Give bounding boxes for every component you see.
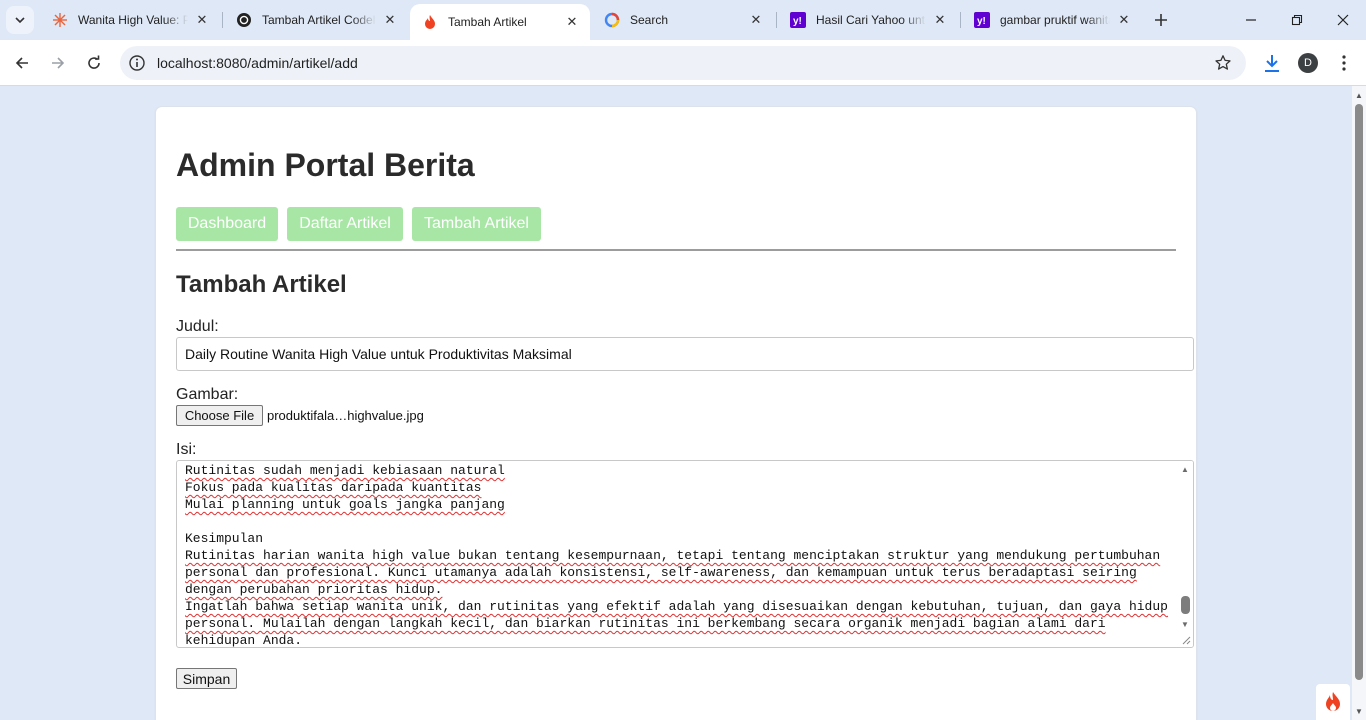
reload-button[interactable] bbox=[78, 47, 110, 79]
close-window-button[interactable] bbox=[1320, 0, 1366, 40]
scroll-up-arrow-icon[interactable]: ▲ bbox=[1180, 464, 1190, 474]
tab-separator bbox=[222, 12, 223, 28]
url-text: localhost:8080/admin/artikel/add bbox=[157, 55, 358, 71]
reload-icon bbox=[88, 55, 100, 69]
downloads-button[interactable] bbox=[1256, 47, 1288, 79]
close-tab-icon[interactable]: ✕ bbox=[382, 12, 398, 28]
textarea-line: dengan perubahan prioritas hidup. bbox=[185, 582, 443, 597]
textarea-line: Ingatlah bahwa setiap wanita unik, dan r… bbox=[185, 599, 1168, 614]
tab-tambah-artikel-codel[interactable]: Tambah Artikel Codel ✕ bbox=[224, 4, 408, 36]
back-button[interactable] bbox=[6, 47, 38, 79]
selected-file-name: produktifala…highvalue.jpg bbox=[267, 408, 424, 423]
textarea-line: Fokus pada kualitas daripada kuantitas bbox=[185, 480, 482, 495]
info-icon[interactable] bbox=[128, 54, 146, 72]
tab-strip: Wanita High Value: Pa ✕ Tambah Artikel C… bbox=[0, 0, 1366, 40]
browser-menu-button[interactable] bbox=[1328, 47, 1360, 79]
admin-card: Admin Portal Berita Dashboard Daftar Art… bbox=[156, 107, 1196, 720]
svg-text:y!: y! bbox=[977, 16, 986, 27]
tab-title: gambar pruktif wanita bbox=[1000, 13, 1110, 27]
page-scroll-up-icon[interactable]: ▲ bbox=[1354, 90, 1364, 100]
yahoo-favicon-icon: y! bbox=[790, 12, 806, 28]
flame-icon bbox=[1326, 692, 1340, 711]
tab-separator bbox=[776, 12, 777, 28]
textarea-line: Rutinitas sudah menjadi kebiasaan natura… bbox=[185, 463, 505, 478]
tab-title: Search bbox=[630, 13, 742, 27]
close-tab-icon[interactable]: ✕ bbox=[194, 12, 210, 28]
judul-label: Judul: bbox=[176, 318, 219, 335]
svg-text:y!: y! bbox=[793, 16, 802, 27]
flame-favicon-icon bbox=[422, 14, 438, 30]
judul-input[interactable]: Daily Routine Wanita High Value untuk Pr… bbox=[176, 337, 1194, 371]
close-tab-icon[interactable]: ✕ bbox=[1116, 12, 1132, 28]
textarea-line: personal dan profesional. Kunci utamanya… bbox=[185, 565, 1137, 580]
restore-button[interactable] bbox=[1274, 0, 1320, 40]
tab-tambah-artikel-active[interactable]: Tambah Artikel ✕ bbox=[410, 4, 590, 40]
bookmark-star-icon[interactable] bbox=[1214, 54, 1232, 72]
tab-title: Tambah Artikel bbox=[448, 15, 527, 29]
textarea-line: personal. Mulailah dengan langkah kecil,… bbox=[185, 616, 1106, 631]
browser-toolbar: localhost:8080/admin/artikel/add D bbox=[0, 40, 1366, 86]
choose-file-button[interactable]: Choose File bbox=[176, 405, 263, 426]
download-icon bbox=[1265, 55, 1279, 72]
textarea-line: Mulai planning untuk goals jangka panjan… bbox=[185, 497, 505, 512]
openai-favicon-icon bbox=[236, 12, 252, 28]
textarea-line: Rutinitas harian wanita high value bukan… bbox=[185, 548, 1161, 563]
more-vertical-icon bbox=[1342, 55, 1346, 71]
textarea-content: Rutinitas sudah menjadi kebiasaan natura… bbox=[185, 462, 1177, 648]
page-title: Admin Portal Berita bbox=[176, 147, 475, 183]
page-viewport: Admin Portal Berita Dashboard Daftar Art… bbox=[0, 86, 1352, 720]
codeigniter-debug-toolbar-button[interactable] bbox=[1316, 684, 1350, 720]
tab-search-button[interactable] bbox=[6, 6, 34, 34]
resize-grip-icon[interactable] bbox=[1182, 636, 1191, 645]
chevron-down-icon bbox=[15, 17, 25, 24]
forward-button[interactable] bbox=[42, 47, 74, 79]
tab-separator bbox=[960, 12, 961, 28]
new-tab-button[interactable] bbox=[1149, 8, 1173, 32]
simpan-button[interactable]: Simpan bbox=[176, 668, 237, 689]
isi-label: Isi: bbox=[176, 441, 197, 458]
sunburst-favicon-icon bbox=[52, 12, 68, 28]
gambar-label: Gambar: bbox=[176, 386, 239, 403]
tab-title: Tambah Artikel Codel bbox=[262, 13, 376, 27]
tab-title: Wanita High Value: Pa bbox=[78, 13, 188, 27]
arrow-left-icon bbox=[15, 57, 28, 69]
nav-dashboard-button[interactable]: Dashboard bbox=[176, 207, 278, 241]
close-tab-icon[interactable]: ✕ bbox=[748, 12, 764, 28]
avatar: D bbox=[1298, 53, 1318, 73]
tab-gambar-pruktif[interactable]: y! gambar pruktif wanita ✕ bbox=[962, 4, 1142, 36]
minimize-button[interactable] bbox=[1228, 0, 1274, 40]
page-scrollbar[interactable]: ▲ ▼ bbox=[1352, 86, 1366, 720]
profile-button[interactable]: D bbox=[1292, 47, 1324, 79]
textarea-line: kehidupan Anda. bbox=[185, 633, 303, 648]
section-title: Tambah Artikel bbox=[176, 271, 347, 298]
restore-icon bbox=[1291, 14, 1303, 26]
close-icon bbox=[1337, 14, 1349, 26]
close-tab-icon[interactable]: ✕ bbox=[564, 14, 580, 30]
textarea-scroll-thumb[interactable] bbox=[1181, 596, 1190, 614]
scroll-down-arrow-icon[interactable]: ▼ bbox=[1180, 619, 1190, 629]
close-tab-icon[interactable]: ✕ bbox=[932, 12, 948, 28]
tab-title: Hasil Cari Yahoo untu bbox=[816, 13, 926, 27]
minimize-icon bbox=[1246, 19, 1256, 21]
arrow-right-icon bbox=[52, 57, 65, 69]
page-scroll-down-icon[interactable]: ▼ bbox=[1354, 706, 1364, 716]
nav-daftar-artikel-button[interactable]: Daftar Artikel bbox=[287, 207, 403, 241]
google-circle-favicon-icon bbox=[604, 12, 620, 28]
tab-search[interactable]: Search ✕ bbox=[592, 4, 774, 36]
tab-hasil-cari-yahoo[interactable]: y! Hasil Cari Yahoo untu ✕ bbox=[778, 4, 958, 36]
textarea-scrollbar[interactable]: ▲ ▼ bbox=[1177, 461, 1193, 647]
yahoo-favicon-icon: y! bbox=[974, 12, 990, 28]
address-bar[interactable]: localhost:8080/admin/artikel/add bbox=[120, 46, 1246, 80]
plus-icon bbox=[1155, 14, 1167, 26]
isi-textarea[interactable]: Rutinitas sudah menjadi kebiasaan natura… bbox=[176, 460, 1194, 648]
page-scroll-thumb[interactable] bbox=[1355, 104, 1363, 680]
textarea-line bbox=[185, 513, 1177, 530]
divider bbox=[176, 249, 1176, 251]
tab-wanita-high-value[interactable]: Wanita High Value: Pa ✕ bbox=[40, 4, 220, 36]
textarea-line: Kesimpulan bbox=[185, 531, 264, 546]
nav-tambah-artikel-button[interactable]: Tambah Artikel bbox=[412, 207, 541, 241]
